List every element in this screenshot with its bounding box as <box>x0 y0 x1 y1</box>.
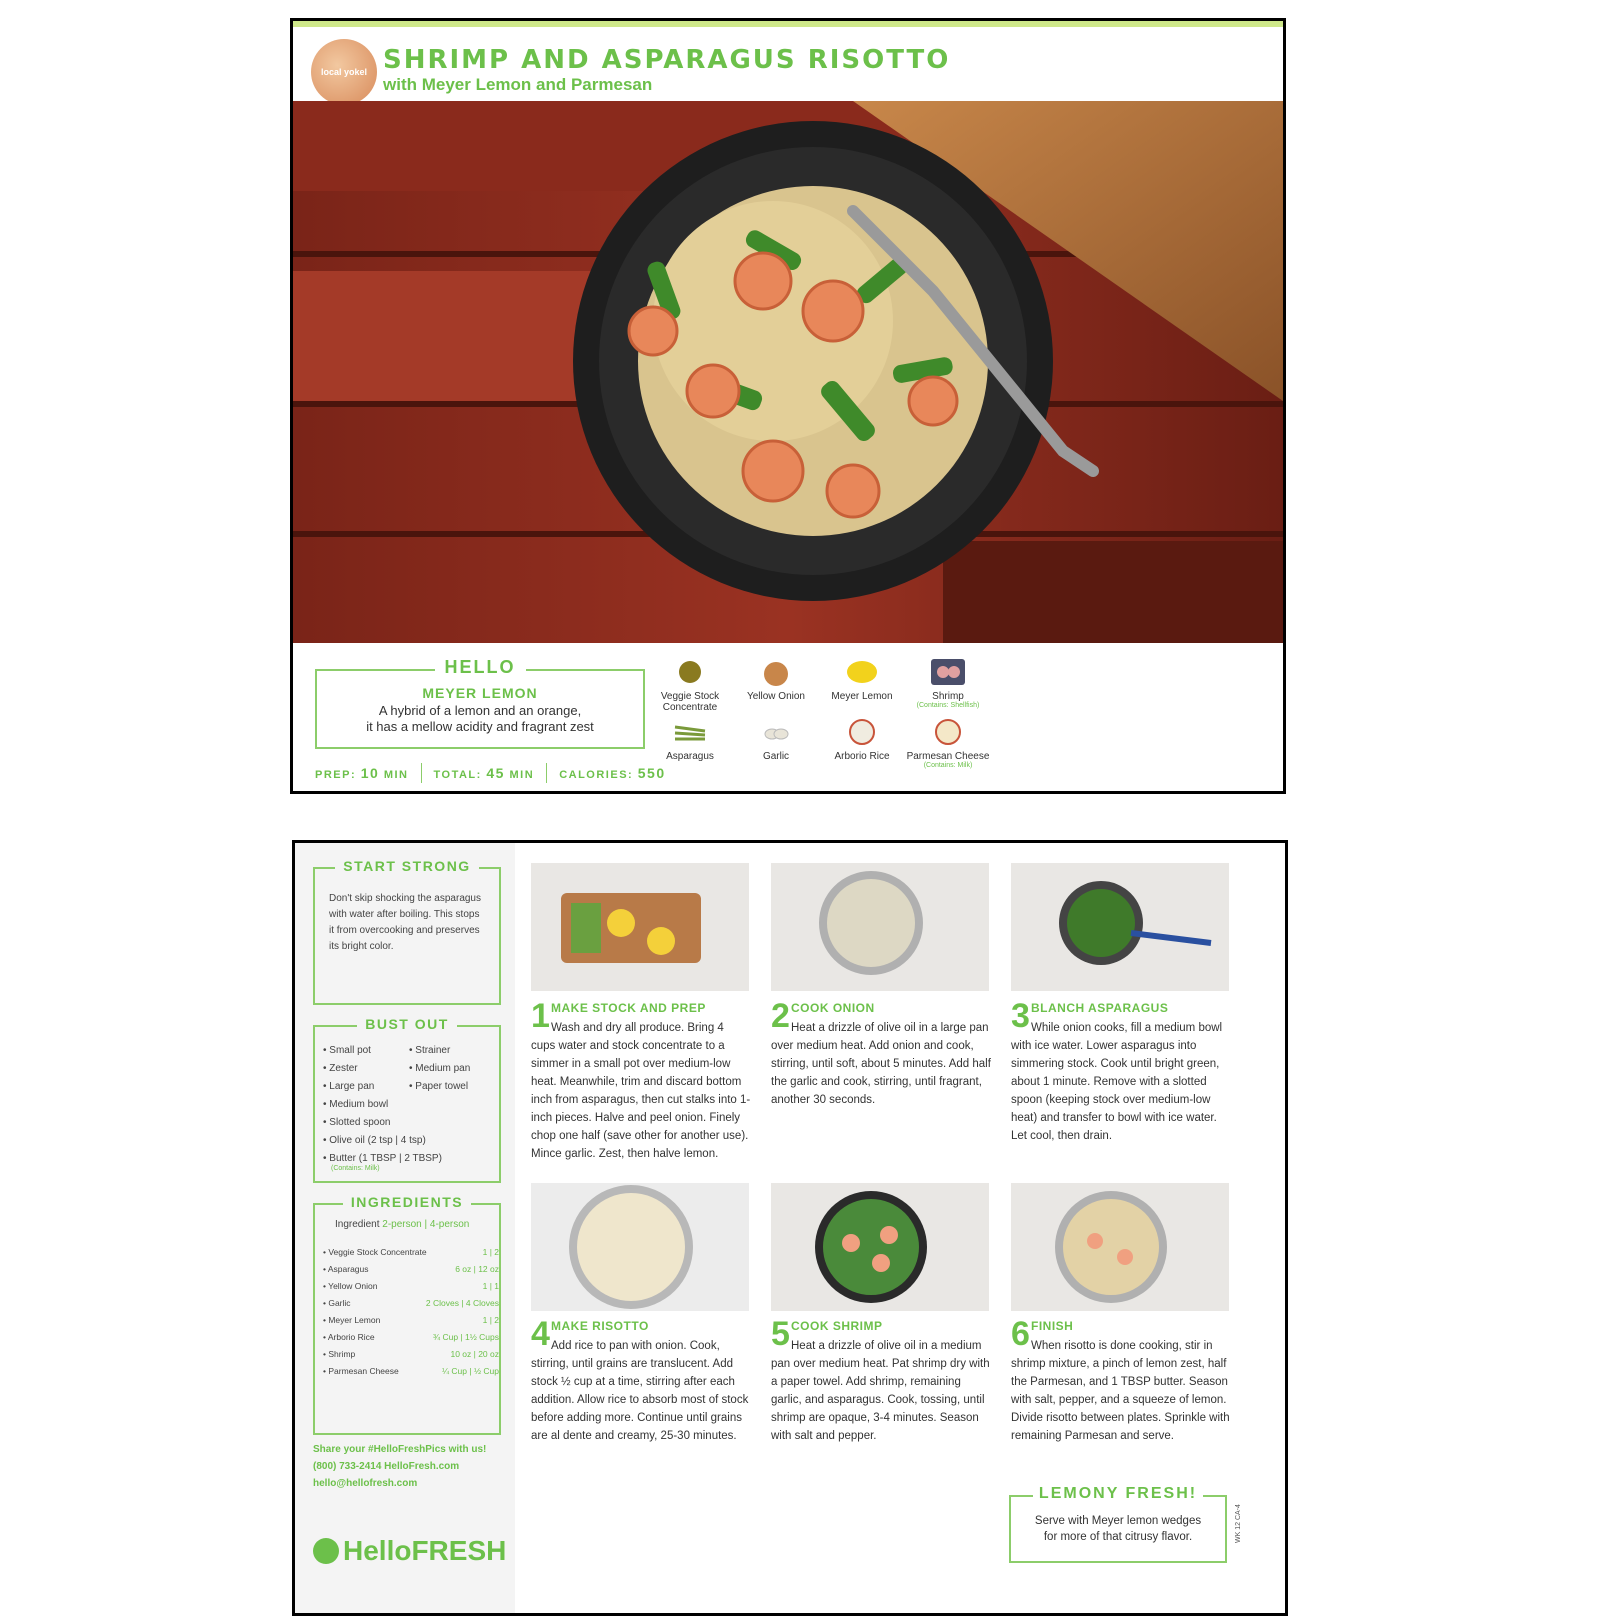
hello-description: A hybrid of a lemon and an orange, it ha… <box>366 703 594 734</box>
ingredient-row: • Parmesan Cheese ¼ Cup | ½ Cup <box>323 1366 499 1376</box>
recipe-subtitle: with Meyer Lemon and Parmesan <box>383 75 653 94</box>
lemony-fresh-box: LEMONY FRESH! Serve with Meyer lemon wed… <box>1009 1485 1227 1563</box>
ingredients-box: INGREDIENTS Ingredient 2-person | 4-pers… <box>313 1194 501 1435</box>
lime-icon <box>313 1538 339 1564</box>
local-yokel-logo: local yokel <box>311 39 377 105</box>
top-accent-bar <box>293 21 1283 27</box>
total-time: TOTAL: 45 MIN <box>433 765 535 781</box>
ingredient-row: • Meyer Lemon 1 | 2 <box>323 1315 499 1325</box>
bust-out-heading: BUST OUT <box>357 1016 457 1032</box>
ingredient-yellow-onion: Yellow Onion <box>729 657 823 702</box>
bust-out-box: BUST OUT • Small pot • Zester • Large pa… <box>313 1016 501 1183</box>
shellfish-note: (Contains: Shellfish) <box>916 702 980 709</box>
start-strong-box: START STRONG Don't skip shocking the asp… <box>313 858 501 1005</box>
ingredient-row: • Garlic 2 Cloves | 4 Cloves <box>323 1298 499 1308</box>
ingredient-shrimp: Shrimp (Contains: Shellfish) <box>901 657 995 709</box>
shrimp-icon <box>931 659 965 685</box>
ingredients-column-header: Ingredient 2-person | 4-person <box>335 1219 470 1230</box>
ingredient-parmesan: Parmesan Cheese (Contains: Milk) <box>901 717 995 769</box>
sidebar: START STRONG Don't skip shocking the asp… <box>295 843 515 1613</box>
step-4-photo <box>531 1183 749 1311</box>
ingredient-row: • Arborio Rice ¾ Cup | 1½ Cups <box>323 1332 499 1342</box>
step-5-photo <box>771 1183 989 1311</box>
ingredient-row: • Asparagus 6 oz | 12 oz <box>323 1264 499 1274</box>
step-2-photo <box>771 863 989 991</box>
share-contact: Share your #HelloFreshPics with us! (800… <box>313 1444 487 1489</box>
milk-note: (Contains: Milk) <box>923 762 973 769</box>
hello-ingredient-box: HELLO MEYER LEMON A hybrid of a lemon an… <box>315 657 645 749</box>
lemony-fresh-text: Serve with Meyer lemon wedges for more o… <box>1034 1515 1202 1543</box>
ingredient-row: • Yellow Onion 1 | 1 <box>323 1281 499 1291</box>
lemony-fresh-heading: LEMONY FRESH! <box>1032 1485 1204 1502</box>
ingredient-row: • Veggie Stock Concentrate 1 | 2 <box>323 1247 499 1257</box>
recipe-card-back: START STRONG Don't skip shocking the asp… <box>292 840 1288 1616</box>
stock-icon <box>679 661 701 683</box>
garlic-icon <box>764 728 789 740</box>
ingredient-meyer-lemon: Meyer Lemon <box>815 657 909 702</box>
prep-time: PREP: 10 MIN <box>315 765 409 781</box>
hellofresh-logo: HelloFRESH <box>313 1535 506 1567</box>
step-1-photo <box>531 863 749 991</box>
ingredient-row: • Shrimp 10 oz | 20 oz <box>323 1349 499 1359</box>
ingredients-grid: Veggie Stock Concentrate Yellow Onion Mey… <box>643 657 1023 787</box>
recipe-title: SHRIMP AND ASPARAGUS RISOTTO <box>383 45 951 75</box>
rice-icon <box>849 719 875 745</box>
start-strong-tip: Don't skip shocking the asparagus with w… <box>329 893 481 952</box>
ingredient-asparagus: Asparagus <box>643 717 737 762</box>
hello-ingredient-name: MEYER LEMON <box>422 685 538 701</box>
onion-icon <box>764 662 788 686</box>
hello-heading: HELLO <box>434 657 526 677</box>
lemon-icon <box>847 661 877 683</box>
hero-food-photo <box>293 101 1283 643</box>
asparagus-icon <box>674 725 706 741</box>
step-6-photo <box>1011 1183 1229 1311</box>
week-code: WK 12 CA-4 <box>1235 1504 1242 1543</box>
start-strong-heading: START STRONG <box>335 858 479 874</box>
ingredient-veggie-stock: Veggie Stock Concentrate <box>643 657 737 713</box>
recipe-card-front: local yokel SHRIMP AND ASPARAGUS RISOTTO… <box>290 18 1286 794</box>
ingredient-arborio-rice: Arborio Rice <box>815 717 909 762</box>
ingredient-garlic: Garlic <box>729 717 823 762</box>
parmesan-icon <box>935 719 961 745</box>
ingredients-heading: INGREDIENTS <box>342 1194 472 1210</box>
step-3-photo <box>1011 863 1229 991</box>
recipe-stats: PREP: 10 MIN TOTAL: 45 MIN CALORIES: 550 <box>315 763 678 783</box>
